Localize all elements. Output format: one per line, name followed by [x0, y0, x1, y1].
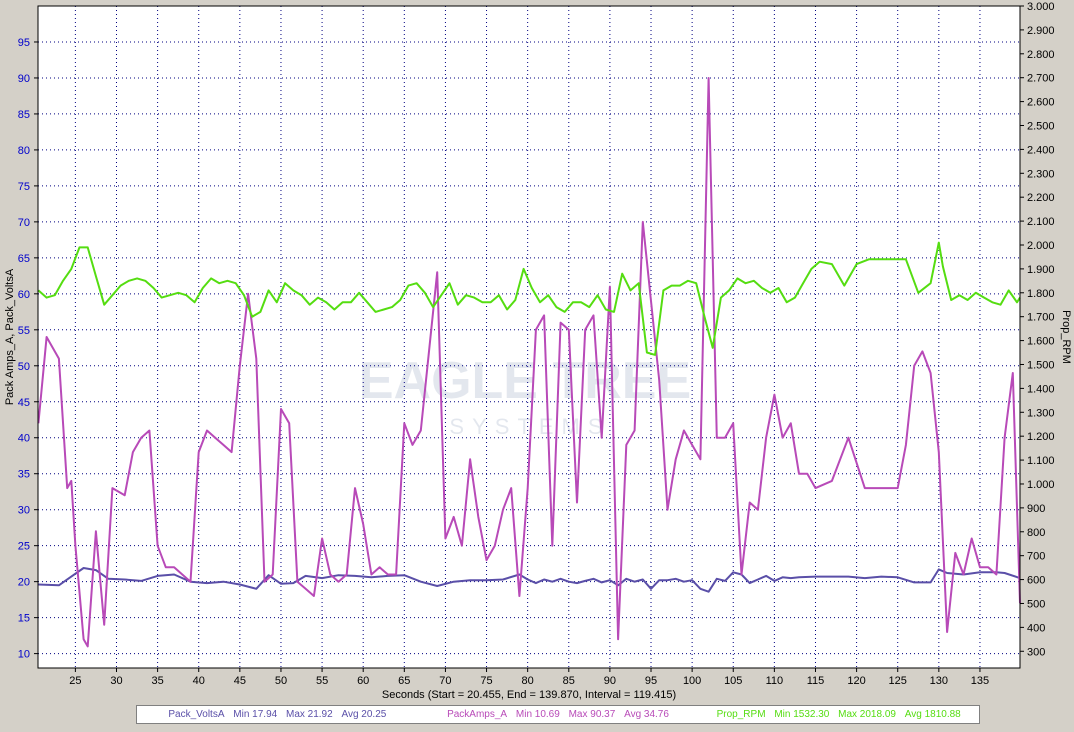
y-right-tick-label: 800: [1027, 527, 1045, 539]
y-right-tick-label: 1.800: [1027, 288, 1055, 300]
y-right-tick-label: 1.900: [1027, 264, 1055, 276]
x-tick-label: 110: [766, 675, 784, 687]
y-right-tick-label: 500: [1027, 598, 1045, 610]
y-left-tick-label: 50: [18, 361, 30, 373]
y-right-tick-label: 2.000: [1027, 240, 1055, 252]
y-axis-left-label: Pack Amps_A, Pack_VoltsA: [4, 268, 16, 405]
legend: Pack_VoltsA Min 17.94 Max 21.92 Avg 20.2…: [136, 705, 980, 724]
y-left-tick-label: 75: [18, 181, 30, 193]
y-right-tick-label: 3.000: [1027, 1, 1055, 13]
legend-avg: Avg 20.25: [341, 709, 387, 720]
y-right-tick-label: 1.000: [1027, 479, 1055, 491]
legend-avg: Avg 34.76: [624, 709, 669, 720]
y-right-tick-label: 1.600: [1027, 336, 1055, 348]
y-right-tick-label: 2.800: [1027, 49, 1055, 61]
x-tick-label: 85: [563, 675, 575, 687]
y-left-tick-label: 95: [18, 37, 30, 49]
x-axis-label: Seconds (Start = 20.455, End = 139.870, …: [382, 689, 676, 701]
x-tick-label: 105: [724, 675, 742, 687]
y-right-tick-label: 600: [1027, 575, 1045, 587]
y-axis-right: 300 400 500 600 700 800 900 1.000 1.100 1.200 1.30…: [1020, 1, 1055, 658]
y-right-tick-label: 2.200: [1027, 192, 1055, 204]
y-left-tick-label: 40: [18, 433, 30, 445]
y-left-tick-label: 90: [18, 73, 30, 85]
legend-series-name: Prop_RPM: [716, 709, 766, 720]
chart-canvas: EAGLE TREE SYSTEMS 25 30 35 40 45 50 55 60 65 70 7…: [4, 1, 1072, 701]
y-right-tick-label: 2.500: [1027, 120, 1055, 132]
legend-series-name: PackAmps_A: [447, 709, 508, 720]
x-tick-label: 70: [439, 675, 451, 687]
watermark-text: EAGLE TREE: [359, 352, 691, 410]
legend-max: Max 90.37: [568, 709, 616, 720]
x-tick-label: 75: [480, 675, 492, 687]
x-tick-label: 65: [398, 675, 410, 687]
x-tick-label: 100: [683, 675, 701, 687]
legend-min: Min 10.69: [515, 709, 560, 720]
legend-item-rpm: Prop_RPM Min 1532.30 Max 2018.09 Avg 181…: [698, 709, 979, 720]
y-right-tick-label: 2.900: [1027, 25, 1055, 37]
y-left-tick-label: 35: [18, 469, 30, 481]
y-left-tick-label: 55: [18, 325, 30, 337]
y-right-tick-label: 2.700: [1027, 73, 1055, 85]
legend-item-volts: Pack_VoltsA Min 17.94 Max 21.92 Avg 20.2…: [137, 709, 418, 720]
y-left-tick-label: 10: [18, 649, 30, 661]
y-left-tick-label: 70: [18, 217, 30, 229]
y-left-tick-label: 60: [18, 289, 30, 301]
x-tick-label: 90: [604, 675, 616, 687]
y-right-tick-label: 1.700: [1027, 312, 1055, 324]
y-left-tick-label: 15: [18, 613, 30, 625]
y-right-tick-label: 1.100: [1027, 455, 1055, 467]
x-tick-label: 60: [357, 675, 369, 687]
legend-avg: Avg 1810.88: [904, 709, 961, 720]
y-left-tick-label: 80: [18, 145, 30, 157]
y-axis-right-label: Prop_RPM: [1060, 310, 1072, 364]
chart: EAGLE TREE SYSTEMS 25 30 35 40 45 50 55 60 65 70 7…: [0, 0, 1074, 727]
legend-max: Max 2018.09: [838, 709, 896, 720]
y-left-tick-label: 25: [18, 541, 30, 553]
legend-min: Min 1532.30: [774, 709, 830, 720]
legend-max: Max 21.92: [285, 709, 333, 720]
y-right-tick-label: 1.500: [1027, 359, 1055, 371]
x-tick-label: 120: [847, 675, 865, 687]
y-right-tick-label: 900: [1027, 503, 1045, 515]
x-tick-label: 115: [807, 675, 825, 687]
x-tick-label: 95: [645, 675, 657, 687]
x-tick-label: 125: [889, 675, 907, 687]
legend-series-name: Pack_VoltsA: [168, 709, 225, 720]
y-left-tick-label: 85: [18, 109, 30, 121]
x-tick-label: 25: [69, 675, 81, 687]
x-tick-label: 55: [316, 675, 328, 687]
legend-item-amps: PackAmps_A Min 10.69 Max 90.37 Avg 34.76: [418, 709, 699, 720]
y-left-tick-label: 20: [18, 577, 30, 589]
plot-area: [38, 6, 1020, 668]
y-left-tick-label: 65: [18, 253, 30, 265]
x-tick-label: 130: [930, 675, 948, 687]
y-right-tick-label: 1.400: [1027, 383, 1055, 395]
y-right-tick-label: 2.100: [1027, 216, 1055, 228]
y-right-tick-label: 300: [1027, 646, 1045, 658]
y-axis-left: 10 15 20 25 30 35 40 45 50 55 60 65 70 75 80 85 90 95: [18, 37, 38, 661]
x-tick-label: 135: [971, 675, 989, 687]
y-left-tick-label: 30: [18, 505, 30, 517]
x-tick-label: 30: [110, 675, 122, 687]
x-tick-label: 50: [275, 675, 287, 687]
y-right-tick-label: 2.600: [1027, 97, 1055, 109]
y-right-tick-label: 1.300: [1027, 407, 1055, 419]
legend-min: Min 17.94: [233, 709, 278, 720]
y-right-tick-label: 1.200: [1027, 431, 1055, 443]
y-right-tick-label: 2.300: [1027, 168, 1055, 180]
y-right-tick-label: 700: [1027, 551, 1045, 563]
x-tick-label: 80: [522, 675, 534, 687]
x-tick-label: 45: [234, 675, 246, 687]
x-axis: 25 30 35 40 45 50 55 60 65 70 75 80 85 90 95 100 105 110 1…: [69, 668, 989, 687]
x-tick-label: 40: [193, 675, 205, 687]
y-left-tick-label: 45: [18, 397, 30, 409]
y-right-tick-label: 400: [1027, 622, 1045, 634]
x-tick-label: 35: [151, 675, 163, 687]
y-right-tick-label: 2.400: [1027, 144, 1055, 156]
